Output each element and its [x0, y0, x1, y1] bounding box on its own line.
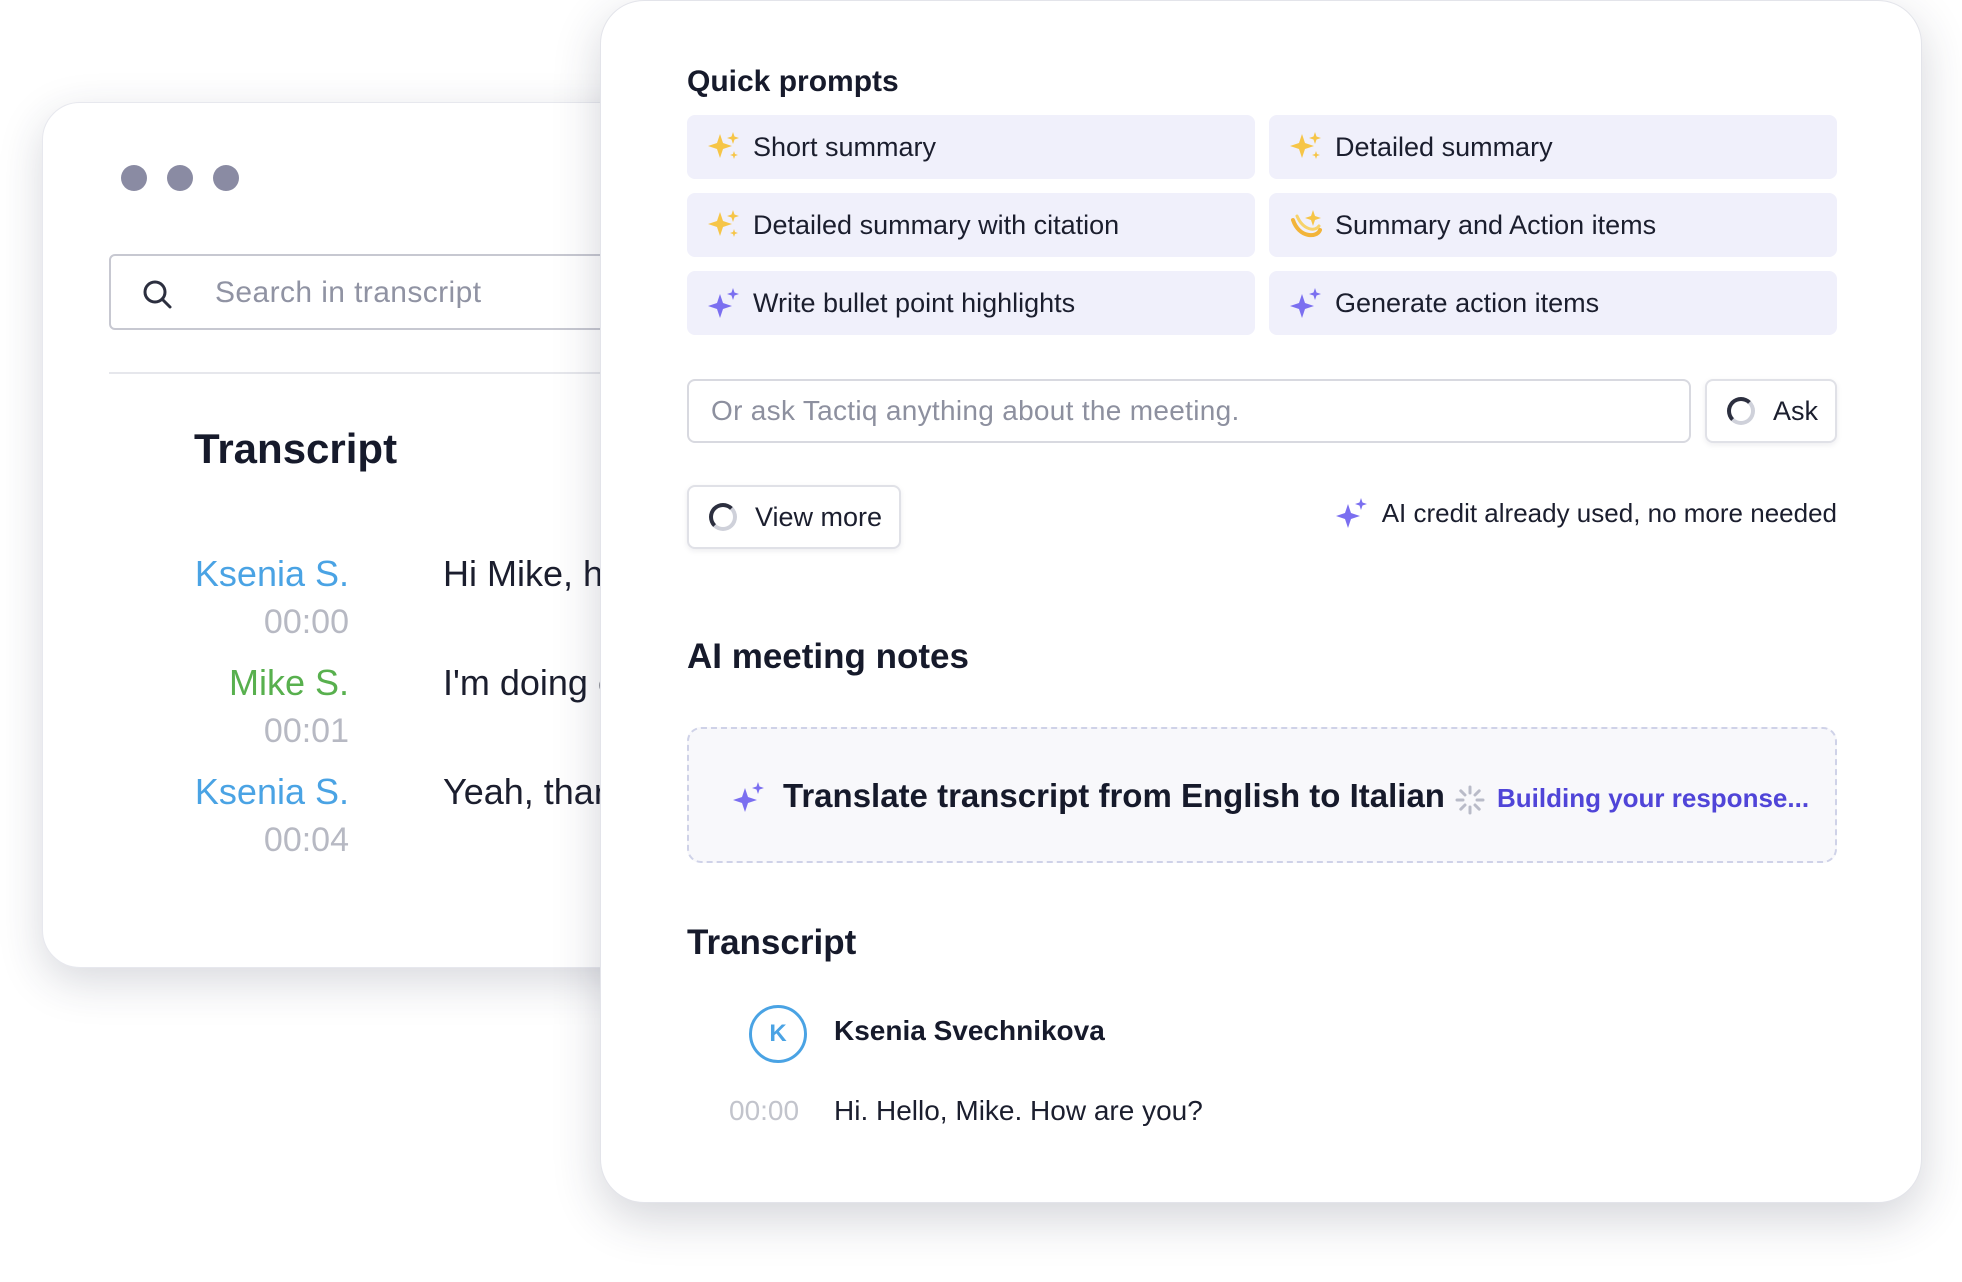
- ai-sparkle-icon: [707, 286, 741, 320]
- view-more-button[interactable]: View more: [687, 485, 901, 549]
- transcript-heading: Transcript: [194, 425, 398, 472]
- sparkles-emoji-icon: [707, 130, 741, 164]
- window-dot[interactable]: [167, 165, 193, 191]
- prompt-detailed-summary-citation[interactable]: Detailed summary with citation: [687, 193, 1255, 257]
- timestamp[interactable]: 00:04: [264, 821, 349, 860]
- search-placeholder: Search in transcript: [215, 276, 482, 309]
- ai-notes-heading: AI meeting notes: [687, 637, 969, 676]
- ask-placeholder: Or ask Tactiq anything about the meeting…: [711, 395, 1240, 426]
- entry-text: Hi Mike, h: [443, 553, 604, 594]
- sparkles-emoji-icon: [1289, 130, 1323, 164]
- avatar: K: [749, 1005, 807, 1063]
- prompt-bullet-highlights[interactable]: Write bullet point highlights: [687, 271, 1255, 335]
- building-status: Building your response...: [1497, 783, 1810, 813]
- quick-prompts-heading: Quick prompts: [687, 65, 899, 98]
- prompt-label: Generate action items: [1335, 287, 1600, 318]
- ask-button-label: Ask: [1773, 395, 1819, 426]
- prompt-label: Write bullet point highlights: [753, 287, 1076, 318]
- ai-sparkle-icon: [1335, 498, 1367, 528]
- prompt-label: Short summary: [753, 131, 937, 162]
- credit-text: AI credit already used, no more needed: [1381, 497, 1837, 528]
- ask-button[interactable]: Ask: [1705, 379, 1837, 443]
- spinner-icon: [1727, 397, 1755, 425]
- speaker-name[interactable]: Ksenia S.: [195, 553, 349, 595]
- speaker-name: Ksenia Svechnikova: [834, 1015, 1105, 1046]
- search-icon: [143, 280, 172, 309]
- prompt-label: Summary and Action items: [1335, 209, 1657, 240]
- ai-panel-window: Quick prompts Short summary Detailed sum…: [600, 0, 1922, 1203]
- prompt-generate-action-items[interactable]: Generate action items: [1269, 271, 1837, 335]
- loading-icon: [1455, 785, 1485, 815]
- ai-credit-note: AI credit already used, no more needed: [1335, 497, 1837, 529]
- timestamp[interactable]: 00:00: [264, 603, 349, 642]
- prompt-summary-action-items[interactable]: Summary and Action items: [1269, 193, 1837, 257]
- ai-sparkle-icon: [733, 782, 764, 812]
- prompt-label: Detailed summary with citation: [753, 209, 1120, 240]
- window-dot[interactable]: [121, 165, 147, 191]
- speaker-name[interactable]: Mike S.: [229, 662, 349, 704]
- transcript-heading: Transcript: [687, 923, 857, 962]
- timestamp[interactable]: 00:00: [729, 1095, 799, 1127]
- spinner-icon: [709, 503, 737, 531]
- ask-input[interactable]: Or ask Tactiq anything about the meeting…: [687, 379, 1691, 443]
- transcript-line-text: Hi. Hello, Mike. How are you?: [834, 1095, 1203, 1126]
- window-controls: [121, 165, 239, 191]
- prompt-detailed-summary[interactable]: Detailed summary: [1269, 115, 1837, 179]
- prompt-short-summary[interactable]: Short summary: [687, 115, 1255, 179]
- timestamp[interactable]: 00:01: [264, 712, 349, 751]
- ai-sparkle-icon: [1289, 286, 1323, 320]
- prompt-label: Detailed summary: [1335, 131, 1553, 162]
- entry-text: Yeah, thar: [443, 771, 606, 812]
- window-dot[interactable]: [213, 165, 239, 191]
- sparkles-emoji-icon: [707, 208, 741, 242]
- view-more-label: View more: [755, 501, 883, 532]
- dizzy-emoji-icon: [1289, 208, 1323, 242]
- entry-text: I'm doing c: [443, 662, 616, 703]
- notes-prompt-text: Translate transcript from English to Ita…: [783, 777, 1445, 814]
- speaker-name[interactable]: Ksenia S.: [195, 771, 349, 813]
- ai-notes-card: Translate transcript from English to Ita…: [687, 727, 1837, 863]
